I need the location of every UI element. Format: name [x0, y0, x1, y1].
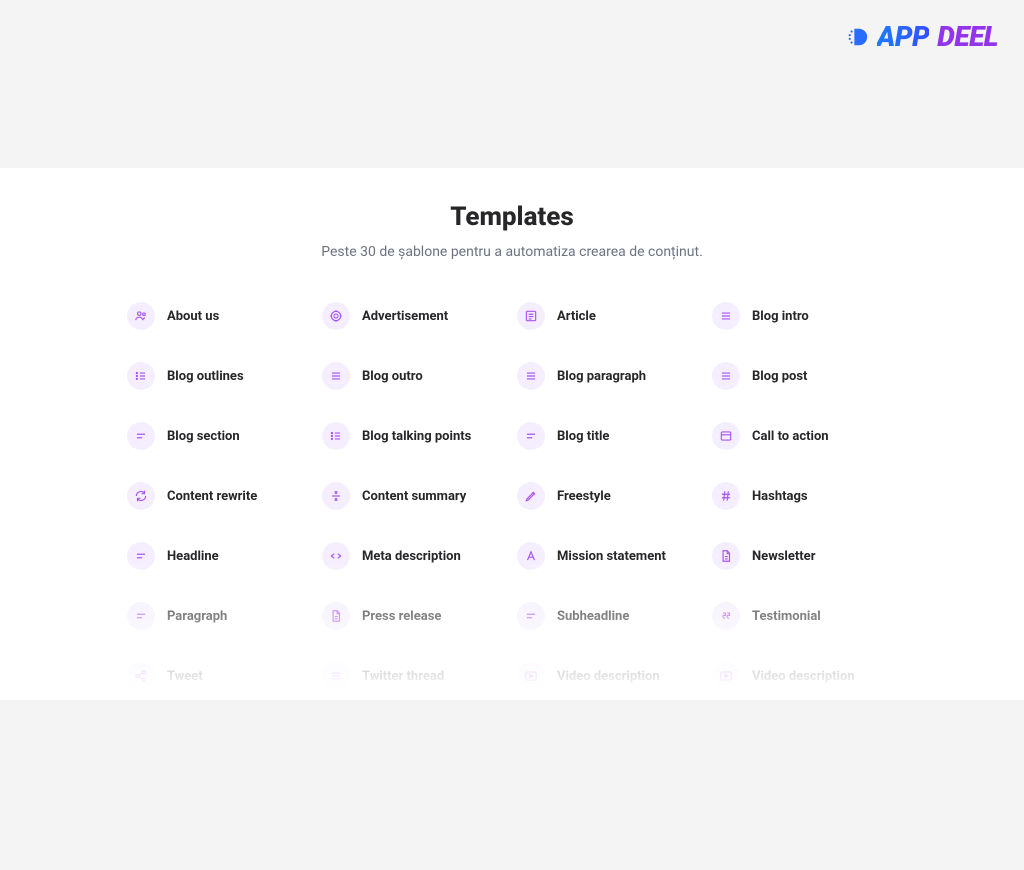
play-icon	[712, 662, 740, 690]
template-label: Blog intro	[752, 309, 809, 324]
a-icon	[517, 542, 545, 570]
template-blog-post[interactable]: Blog post	[712, 362, 897, 390]
template-label: Twitter thread	[362, 669, 444, 684]
template-label: Paragraph	[167, 609, 227, 624]
template-headline[interactable]: Headline	[127, 542, 312, 570]
template-label: Newsletter	[752, 549, 815, 564]
template-blog-section[interactable]: Blog section	[127, 422, 312, 450]
doc-icon	[322, 602, 350, 630]
template-label: Video description	[752, 669, 855, 684]
template-blog-intro[interactable]: Blog intro	[712, 302, 897, 330]
quote-icon	[712, 602, 740, 630]
list-equal-icon	[712, 362, 740, 390]
list-bullets-icon	[322, 422, 350, 450]
logo-text-app: APP	[877, 20, 929, 53]
template-label: Video description	[557, 669, 660, 684]
template-label: Freestyle	[557, 489, 611, 504]
template-label: Meta description	[362, 549, 461, 564]
template-content-summary[interactable]: Content summary	[322, 482, 507, 510]
hash-icon	[712, 482, 740, 510]
template-label: Headline	[167, 549, 219, 564]
share-icon	[127, 662, 155, 690]
template-content-rewrite[interactable]: Content rewrite	[127, 482, 312, 510]
footer-band	[0, 700, 1024, 870]
template-label: Press release	[362, 609, 441, 624]
lines-icon	[127, 422, 155, 450]
template-label: About us	[167, 309, 219, 324]
lines-icon	[127, 542, 155, 570]
template-blog-paragraph[interactable]: Blog paragraph	[517, 362, 702, 390]
page-title: Templates	[0, 202, 1024, 232]
window-icon	[712, 422, 740, 450]
template-label: Content rewrite	[167, 489, 257, 504]
template-advertisement[interactable]: Advertisement	[322, 302, 507, 330]
template-subheadline[interactable]: Subheadline	[517, 602, 702, 630]
play-icon	[517, 662, 545, 690]
template-video-description[interactable]: Video description	[517, 662, 702, 690]
refresh-icon	[127, 482, 155, 510]
template-label: Advertisement	[362, 309, 448, 324]
template-mission-statement[interactable]: Mission statement	[517, 542, 702, 570]
template-paragraph[interactable]: Paragraph	[127, 602, 312, 630]
template-label: Subheadline	[557, 609, 629, 624]
target-icon	[322, 302, 350, 330]
list-equal-icon	[322, 662, 350, 690]
template-freestyle[interactable]: Freestyle	[517, 482, 702, 510]
template-meta-description[interactable]: Meta description	[322, 542, 507, 570]
code-icon	[322, 542, 350, 570]
lines-icon	[517, 422, 545, 450]
list-equal-icon	[322, 362, 350, 390]
templates-grid: About us Advertisement Article Blog intro Bl…	[127, 302, 897, 690]
page-subtitle: Peste 30 de șablone pentru a automatiza …	[0, 244, 1024, 260]
logo-text-deel: DEEL	[937, 20, 998, 53]
template-label: Article	[557, 309, 596, 324]
template-label: Blog paragraph	[557, 369, 646, 384]
template-press-release[interactable]: Press release	[322, 602, 507, 630]
template-about-us[interactable]: About us	[127, 302, 312, 330]
template-label: Tweet	[167, 669, 203, 684]
template-label: Testimonial	[752, 609, 821, 624]
template-hashtags[interactable]: Hashtags	[712, 482, 897, 510]
template-video-description[interactable]: Video description	[712, 662, 897, 690]
template-blog-outro[interactable]: Blog outro	[322, 362, 507, 390]
template-testimonial[interactable]: Testimonial	[712, 602, 897, 630]
article-icon	[517, 302, 545, 330]
template-label: Blog post	[752, 369, 807, 384]
list-bullets-icon	[127, 362, 155, 390]
templates-section: Templates Peste 30 de șablone pentru a a…	[0, 168, 1024, 700]
template-tweet[interactable]: Tweet	[127, 662, 312, 690]
logo-mark-icon	[847, 26, 869, 48]
brand-logo: APP DEEL	[847, 20, 998, 53]
template-twitter-thread[interactable]: Twitter thread	[322, 662, 507, 690]
template-label: Mission statement	[557, 549, 666, 564]
template-label: Blog outro	[362, 369, 423, 384]
lines-icon	[517, 602, 545, 630]
template-call-to-action[interactable]: Call to action	[712, 422, 897, 450]
template-blog-title[interactable]: Blog title	[517, 422, 702, 450]
template-blog-talking-points[interactable]: Blog talking points	[322, 422, 507, 450]
hero-band: APP DEEL	[0, 0, 1024, 168]
users-icon	[127, 302, 155, 330]
template-label: Blog outlines	[167, 369, 244, 384]
list-equal-icon	[517, 362, 545, 390]
template-blog-outlines[interactable]: Blog outlines	[127, 362, 312, 390]
template-label: Hashtags	[752, 489, 808, 504]
lines-icon	[127, 602, 155, 630]
template-label: Blog title	[557, 429, 609, 444]
template-label: Content summary	[362, 489, 466, 504]
pen-icon	[517, 482, 545, 510]
template-label: Blog talking points	[362, 429, 471, 444]
template-article[interactable]: Article	[517, 302, 702, 330]
list-equal-icon	[712, 302, 740, 330]
template-label: Blog section	[167, 429, 240, 444]
template-label: Call to action	[752, 429, 829, 444]
doc-icon	[712, 542, 740, 570]
template-newsletter[interactable]: Newsletter	[712, 542, 897, 570]
divide-icon	[322, 482, 350, 510]
